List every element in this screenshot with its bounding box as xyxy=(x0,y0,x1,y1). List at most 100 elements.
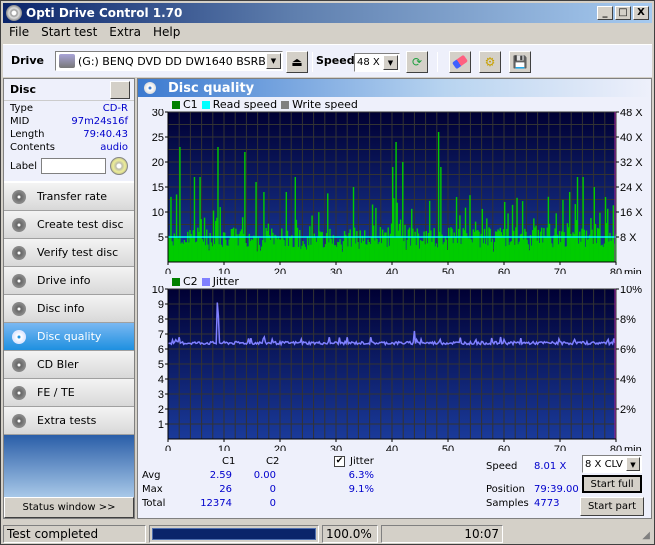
position-label: Position xyxy=(486,484,525,495)
title-bar: Opti Drive Control 1.70 _ □ X xyxy=(3,3,652,23)
x-tick-label: 0 xyxy=(165,444,171,451)
total-c2: 0 xyxy=(269,498,276,509)
settings-button[interactable]: ⚙ xyxy=(479,51,501,73)
disc-icon xyxy=(12,217,26,232)
x-tick-label: 20 xyxy=(274,267,286,274)
nav-cd-bler[interactable]: CD Bler xyxy=(4,351,134,379)
disc-icon xyxy=(12,189,26,204)
start-full-button[interactable]: Start full xyxy=(582,475,642,493)
disc-icon xyxy=(12,273,26,288)
minimize-button[interactable]: _ xyxy=(597,6,613,20)
menu-file[interactable]: File xyxy=(3,24,35,43)
disc-icon xyxy=(12,385,26,400)
position-value: 79:39.00 xyxy=(534,484,579,495)
field-value: 79:40.43 xyxy=(83,129,128,140)
nav-disc-quality[interactable]: Disc quality xyxy=(4,323,134,351)
nav-disc-info[interactable]: Disc info xyxy=(4,295,134,323)
field-value: CD-R xyxy=(102,103,128,114)
nav-label: Verify test disc xyxy=(37,246,119,259)
nav-list: Transfer rate Create test disc Verify te… xyxy=(4,183,134,435)
y2-tick-label: 16 X xyxy=(620,207,643,219)
nav-create-test-disc[interactable]: Create test disc xyxy=(4,211,134,239)
avg-jitter: 6.3% xyxy=(348,470,374,481)
speed-label: Speed xyxy=(316,54,355,67)
y-tick-label: 1 xyxy=(158,419,164,431)
refresh-button[interactable]: ⟳ xyxy=(406,51,428,73)
main-panel: Disc quality C1 Read speed Write speed 5… xyxy=(137,78,652,519)
disc-icon xyxy=(12,329,26,344)
start-part-button[interactable]: Start part xyxy=(580,497,644,516)
jitter-label: Jitter xyxy=(350,456,374,467)
nav-extra-tests[interactable]: Extra tests xyxy=(4,407,134,435)
eject-button[interactable]: ⏏ xyxy=(286,51,308,73)
menu-extra[interactable]: Extra xyxy=(103,24,147,43)
x-axis-label: min xyxy=(624,444,642,451)
chevron-down-icon[interactable]: ▼ xyxy=(626,457,640,471)
nav-transfer-rate[interactable]: Transfer rate xyxy=(4,183,134,211)
disc-label-row: Label xyxy=(10,157,128,175)
nav-drive-info[interactable]: Drive info xyxy=(4,267,134,295)
maximize-button[interactable]: □ xyxy=(615,6,631,20)
drive-label: Drive xyxy=(11,54,44,67)
status-time: 10:07 xyxy=(381,525,503,543)
x-tick-label: 60 xyxy=(498,267,510,274)
nav-fe-te[interactable]: FE / TE xyxy=(4,379,134,407)
disc-refresh-button[interactable] xyxy=(110,81,130,99)
resize-grip-icon[interactable]: ◢ xyxy=(642,530,650,541)
legend-swatch-c2 xyxy=(172,277,180,286)
app-disc-icon xyxy=(6,5,22,21)
panel-title: Disc quality xyxy=(168,80,255,96)
label-input[interactable] xyxy=(40,158,107,174)
col-c1: C1 xyxy=(222,456,236,467)
toolbar: Drive (G:) BENQ DVD DD DW1640 BSRB ▼ ⏏ S… xyxy=(3,44,652,77)
menu-bar: File Start test Extra Help xyxy=(3,24,186,43)
col-c2: C2 xyxy=(266,456,280,467)
progress-fill xyxy=(152,528,316,540)
c1-bar xyxy=(255,182,257,262)
y2-tick-label: 32 X xyxy=(620,157,643,169)
x-tick-label: 10 xyxy=(218,444,230,451)
menu-help[interactable]: Help xyxy=(147,24,186,43)
legend-swatch-jitter xyxy=(201,277,210,286)
chevron-down-icon[interactable]: ▼ xyxy=(266,53,281,69)
speed-value: 48 X xyxy=(357,57,380,68)
chevron-down-icon[interactable]: ▼ xyxy=(383,55,398,70)
field-value: 97m24s16f xyxy=(71,116,128,127)
menu-start-test[interactable]: Start test xyxy=(35,24,103,43)
erase-button[interactable] xyxy=(449,51,471,73)
drive-select[interactable]: (G:) BENQ DVD DD DW1640 BSRB ▼ xyxy=(55,51,283,71)
separator xyxy=(437,52,438,72)
legend-swatch-read-speed xyxy=(201,100,210,109)
test-speed-select[interactable]: 8 X CLV ▼ xyxy=(582,455,642,473)
nav-label: Extra tests xyxy=(37,414,97,427)
x-tick-label: 40 xyxy=(386,444,398,451)
label-caption: Label xyxy=(10,160,37,172)
x-tick-label: 50 xyxy=(442,267,454,274)
cd-icon[interactable] xyxy=(110,157,128,175)
jitter-checkbox[interactable]: ✔ xyxy=(334,456,345,467)
nav-verify-test-disc[interactable]: Verify test disc xyxy=(4,239,134,267)
y-tick-label: 3 xyxy=(158,389,164,401)
avg-c2: 0.00 xyxy=(253,470,276,481)
speed-info-label: Speed xyxy=(486,461,518,472)
y2-tick-label: 24 X xyxy=(620,182,643,194)
disc-contents-row: Contents audio xyxy=(10,142,128,155)
x-tick-label: 50 xyxy=(442,444,454,451)
x-tick-label: 80 xyxy=(610,267,622,274)
x-tick-label: 30 xyxy=(330,444,342,451)
y-tick-label: 30 xyxy=(152,109,164,119)
disc-info: Type CD-R MID 97m24s16f Length 79:40.43 Con… xyxy=(4,101,134,181)
total-c1: 12374 xyxy=(200,498,232,509)
samples-label: Samples xyxy=(486,498,529,509)
erase-icon xyxy=(451,54,469,70)
close-button[interactable]: X xyxy=(633,6,649,20)
disc-icon xyxy=(12,413,26,428)
y-tick-label: 2 xyxy=(158,404,164,416)
status-window-button[interactable]: Status window >> xyxy=(4,497,134,518)
speed-select[interactable]: 48 X ▼ xyxy=(354,53,400,72)
field-label: MID xyxy=(10,116,30,127)
save-button[interactable]: 💾 xyxy=(509,51,531,73)
field-value: audio xyxy=(100,142,128,153)
legend-swatch-write-speed xyxy=(281,100,290,109)
disc-quality-icon xyxy=(144,82,156,94)
